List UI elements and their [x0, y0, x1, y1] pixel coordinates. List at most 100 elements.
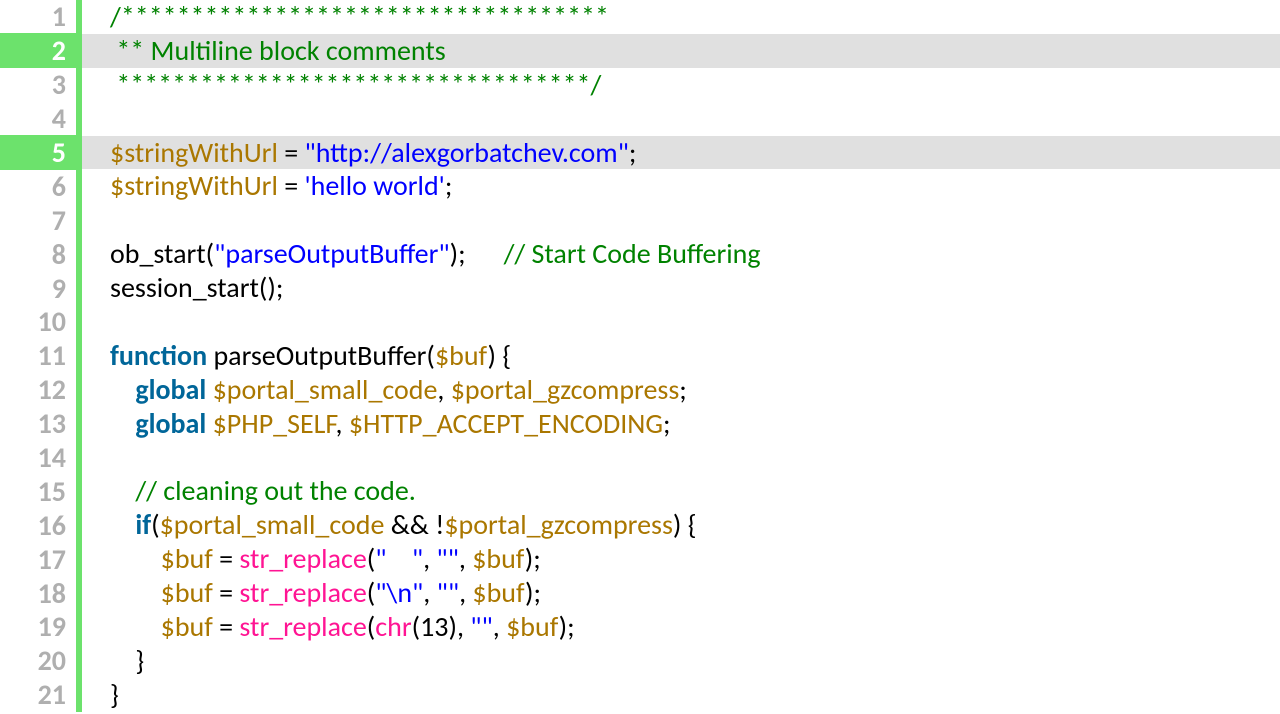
token-plain: ,: [493, 609, 506, 644]
code-line: 3 **********************************/: [0, 68, 1280, 102]
token-variable: $portal_small_code: [160, 507, 385, 542]
token-plain: ) {: [488, 338, 512, 373]
token-variable: $buf: [506, 609, 559, 644]
line-number: 10: [0, 304, 76, 339]
token-variable: $PHP_SELF: [213, 406, 336, 441]
token-string: 'hello world': [304, 168, 444, 203]
line-number: 15: [0, 474, 76, 509]
line-number: 2: [0, 33, 76, 68]
token-plain: ,: [423, 575, 436, 610]
token-plain: );: [450, 236, 504, 271]
token-plain: (: [151, 507, 160, 542]
token-string: " ": [375, 541, 423, 576]
token-comment: **********************************/: [110, 67, 601, 102]
code-content: [82, 203, 1280, 237]
token-keyword: global: [135, 372, 206, 407]
token-plain: ,: [423, 541, 436, 576]
code-line: 16 if($portal_small_code && !$portal_gzc…: [0, 508, 1280, 542]
token-plain: =: [213, 609, 240, 644]
token-keyword: if: [135, 507, 151, 542]
token-string: "parseOutputBuffer": [214, 236, 449, 271]
token-function: chr: [375, 609, 411, 644]
token-function: str_replace: [239, 575, 366, 610]
token-plain: ,: [336, 406, 349, 441]
code-line: 7: [0, 203, 1280, 237]
code-content: global $PHP_SELF, $HTTP_ACCEPT_ENCODING;: [82, 407, 1280, 441]
token-plain: =: [213, 575, 240, 610]
token-plain: );: [525, 575, 541, 610]
code-content: ob_start("parseOutputBuffer"); // Start …: [82, 237, 1280, 271]
code-content: $stringWithUrl = 'hello world';: [82, 169, 1280, 203]
code-content: [82, 441, 1280, 475]
line-number: 7: [0, 203, 76, 238]
token-comment: // Start Code Buffering: [504, 236, 761, 271]
token-plain: [110, 372, 135, 407]
line-number: 9: [0, 271, 76, 306]
token-plain: ,: [437, 372, 450, 407]
token-plain: ,: [459, 541, 472, 576]
token-variable: $portal_gzcompress: [451, 372, 680, 407]
token-plain: [110, 541, 161, 576]
line-number: 13: [0, 406, 76, 441]
code-content: function parseOutputBuffer($buf) {: [82, 339, 1280, 373]
token-plain: [110, 609, 161, 644]
token-comment: // cleaning out the code.: [135, 473, 416, 508]
token-plain: ob_start(: [110, 236, 214, 271]
token-variable: $buf: [435, 338, 488, 373]
code-line: 12 global $portal_small_code, $portal_gz…: [0, 373, 1280, 407]
token-plain: ) {: [673, 507, 697, 542]
token-variable: $HTTP_ACCEPT_ENCODING: [349, 406, 663, 441]
token-plain: [110, 575, 161, 610]
token-string: "http://alexgorbatchev.com": [304, 135, 628, 170]
token-variable: $buf: [472, 575, 525, 610]
code-line: 10: [0, 305, 1280, 339]
token-plain: );: [559, 609, 575, 644]
token-variable: $stringWithUrl: [110, 135, 278, 170]
code-content: }: [82, 678, 1280, 712]
line-number: 3: [0, 67, 76, 102]
code-content: $buf = str_replace(chr(13), "", $buf);: [82, 610, 1280, 644]
token-string: "": [436, 541, 458, 576]
code-content: }: [82, 644, 1280, 678]
token-function: str_replace: [239, 541, 366, 576]
code-line: 11function parseOutputBuffer($buf) {: [0, 339, 1280, 373]
line-number: 8: [0, 237, 76, 272]
token-variable: $buf: [161, 609, 213, 644]
token-plain: );: [525, 541, 541, 576]
token-plain: ;: [679, 372, 687, 407]
code-line: 4: [0, 102, 1280, 136]
token-plain: [110, 406, 135, 441]
code-content: $buf = str_replace("\n", "", $buf);: [82, 576, 1280, 610]
code-editor: 1/***********************************2 *…: [0, 0, 1280, 714]
token-string: "\n": [375, 575, 423, 610]
code-line: 15 // cleaning out the code.: [0, 474, 1280, 508]
code-content: [82, 102, 1280, 136]
token-plain: parseOutputBuffer(: [207, 338, 435, 373]
line-number: 19: [0, 609, 76, 644]
token-plain: ;: [663, 406, 671, 441]
token-plain: [110, 507, 135, 542]
token-plain: (13),: [412, 609, 471, 644]
token-comment: ** Multiline block comments: [110, 33, 446, 68]
line-number: 5: [0, 135, 76, 170]
code-line: 18 $buf = str_replace("\n", "", $buf);: [0, 576, 1280, 610]
code-line: 5 $stringWithUrl = "http://alexgorbatchev…: [0, 136, 1280, 170]
token-plain: =: [278, 135, 305, 170]
code-line: 14: [0, 441, 1280, 475]
code-content: session_start();: [82, 271, 1280, 305]
code-line: 20 }: [0, 644, 1280, 678]
code-content: ** Multiline block comments: [82, 34, 1280, 68]
token-variable: $buf: [161, 575, 213, 610]
token-keyword: global: [135, 406, 206, 441]
token-string: "": [437, 575, 459, 610]
token-plain: =: [213, 541, 240, 576]
code-line: 1/***********************************: [0, 0, 1280, 34]
line-number: 20: [0, 643, 76, 678]
token-comment: /***********************************: [110, 0, 609, 34]
token-variable: $portal_gzcompress: [444, 507, 673, 542]
token-variable: $portal_small_code: [213, 372, 438, 407]
code-content: // cleaning out the code.: [82, 474, 1280, 508]
line-number: 4: [0, 101, 76, 136]
line-number: 11: [0, 338, 76, 373]
line-number: 17: [0, 542, 76, 577]
